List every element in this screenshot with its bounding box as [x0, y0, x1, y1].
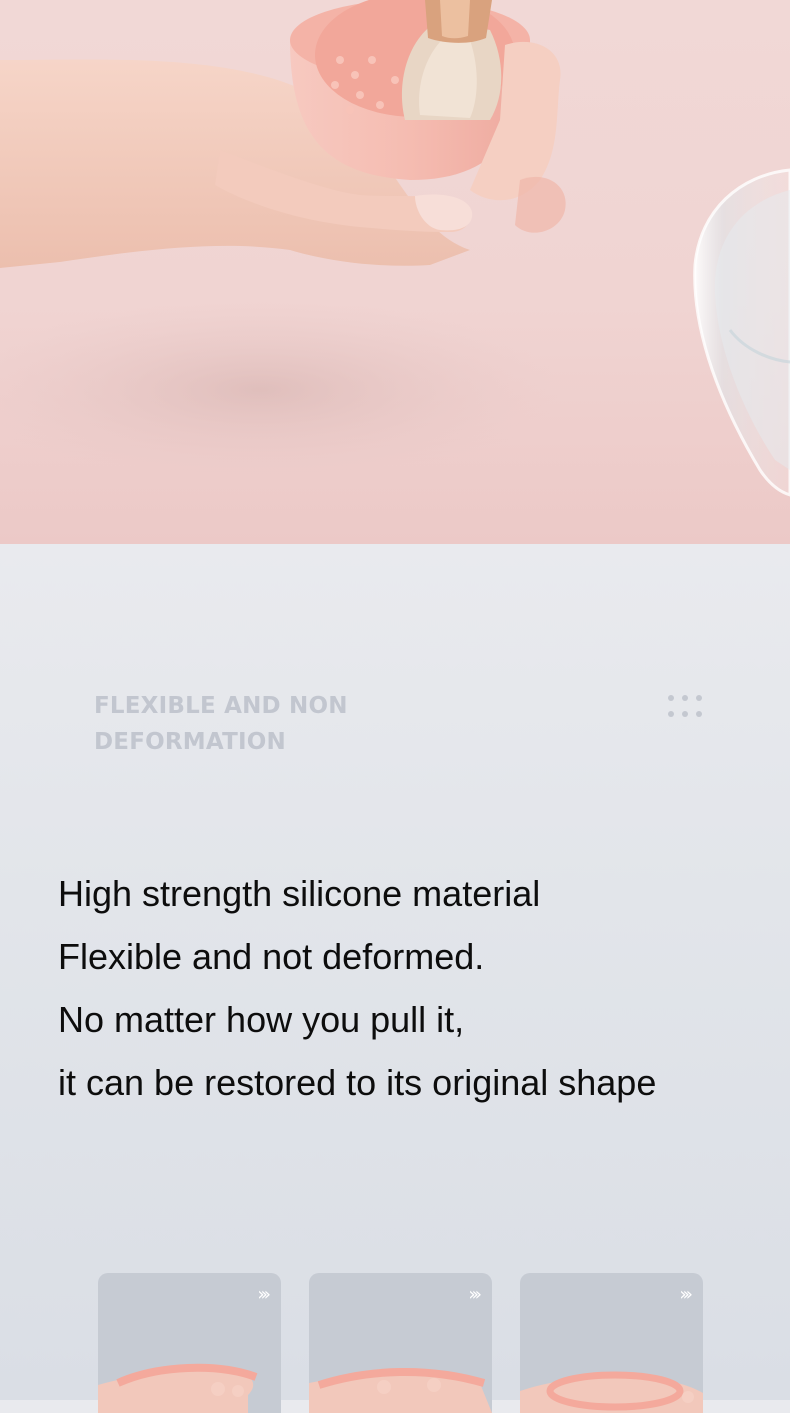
section-title-line-2: DEFORMATION	[94, 729, 286, 755]
hand-bowl-brush-illustration	[0, 0, 790, 497]
product-description: High strength silicone material Flexible…	[58, 862, 656, 1114]
demo-thumbnail-3: ›››	[520, 1273, 703, 1413]
demo-thumbnail-1: ›››	[98, 1273, 281, 1413]
dot	[696, 710, 702, 717]
dot	[668, 695, 674, 701]
description-line: High strength silicone material	[58, 873, 541, 914]
description-line: it can be restored to its original shape	[58, 1062, 657, 1103]
demo-thumbnail-2: ›››	[309, 1273, 492, 1413]
dot	[682, 695, 688, 701]
dot	[696, 695, 702, 701]
thumbnail-image	[309, 1368, 492, 1413]
dot	[668, 710, 674, 717]
section-title-line-1: FLEXIBLE AND NON	[94, 693, 348, 719]
thumbnail-image	[520, 1371, 703, 1413]
dots-grid-icon	[668, 695, 706, 717]
description-line: No matter how you pull it,	[58, 999, 465, 1040]
hero-product-photo	[0, 0, 790, 544]
dot	[682, 710, 688, 717]
section-title: FLEXIBLE AND NON DEFORMATION	[94, 688, 348, 760]
thumbnail-image	[98, 1363, 258, 1413]
description-line: Flexible and not deformed.	[58, 936, 485, 977]
